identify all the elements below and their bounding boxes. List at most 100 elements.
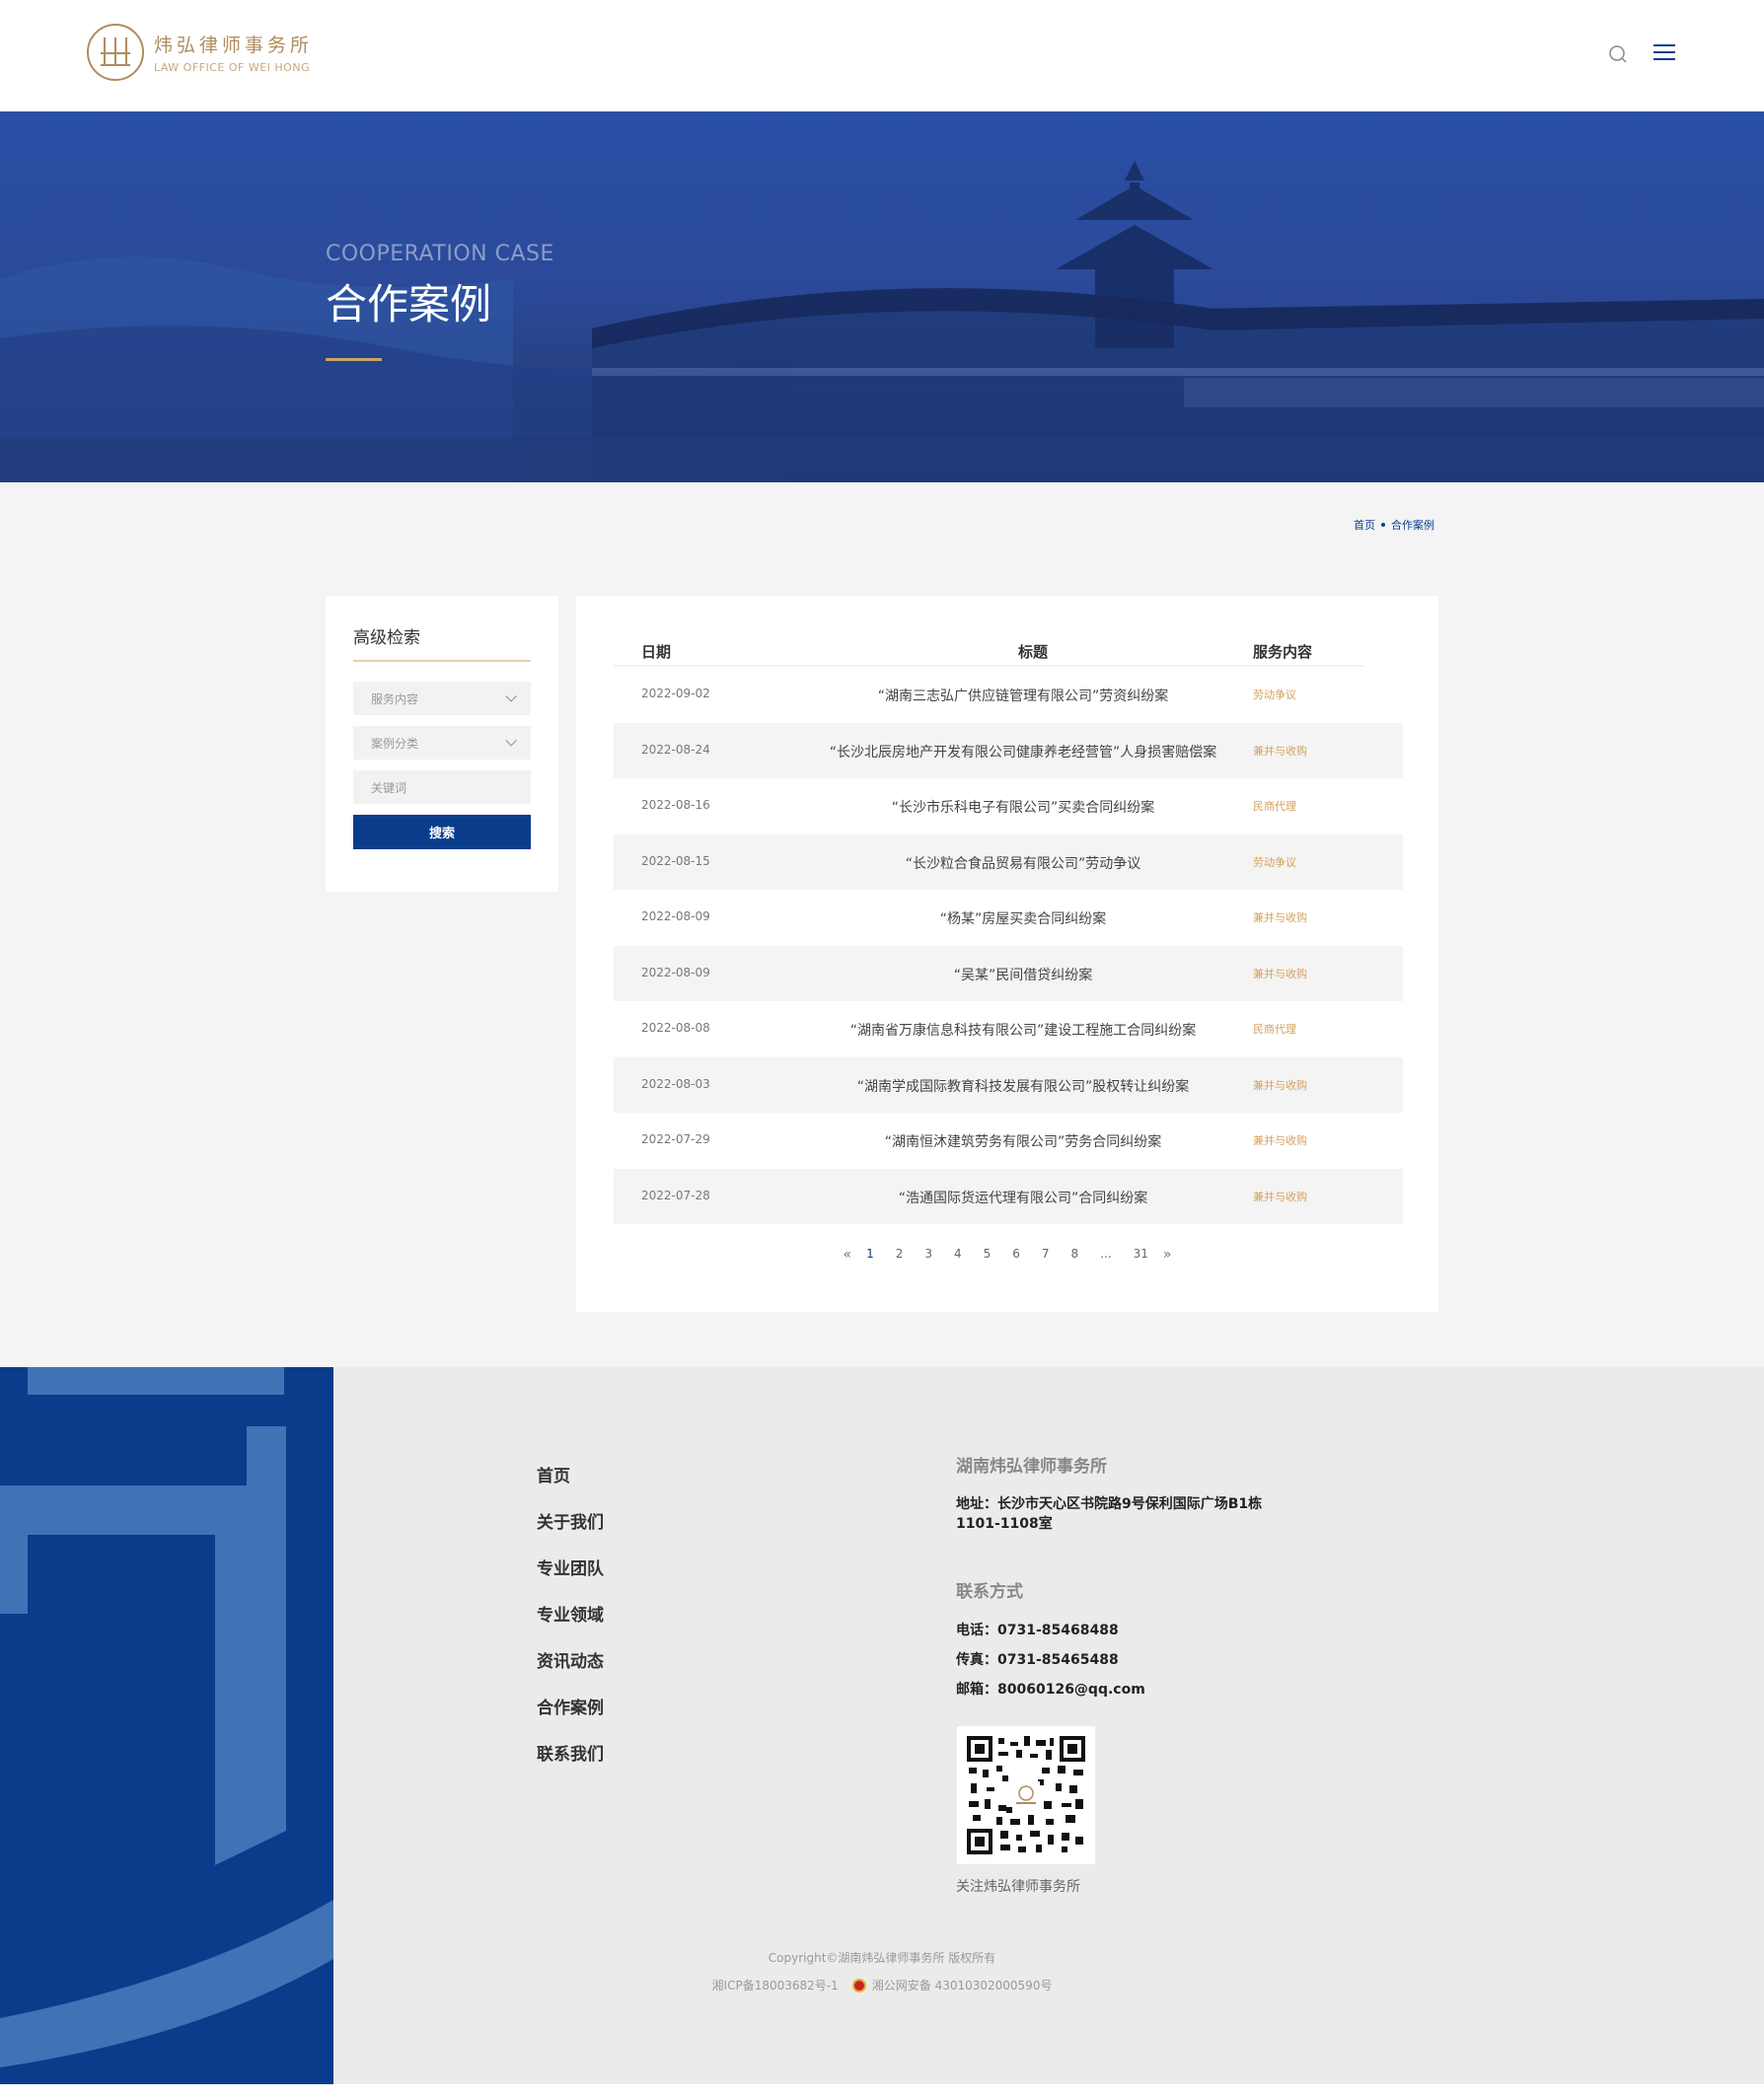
table-row[interactable]: 2022-07-28 “浩通国际货运代理有限公司”合同纠纷案 兼并与收购 [614,1168,1403,1224]
row-title[interactable]: “湖南恒沐建筑劳务有限公司”劳务合同纠纷案 [801,1131,1245,1151]
footer-nav-cases[interactable]: 合作案例 [537,1694,604,1740]
row-tag[interactable]: 兼并与收购 [1253,1132,1307,1148]
logo-mark-icon [87,24,144,81]
police-badge-icon [851,1978,866,1992]
table-row[interactable]: 2022-08-09 “吴某”民间借贷纠纷案 兼并与收购 [614,945,1403,1001]
advanced-search-title: 高级检索 [353,623,531,662]
table-header: 日期 标题 服务内容 [614,635,1363,667]
site-logo[interactable]: 炜弘律师事务所 LAW OFFICE OF WEI HONG [87,24,313,81]
breadcrumb-current[interactable]: 合作案例 [1391,517,1434,533]
search-button[interactable]: 搜索 [353,815,531,849]
row-title[interactable]: “长沙粒合食品贸易有限公司”劳动争议 [801,853,1245,873]
footer-address: 地址：长沙市天心区书院路9号保利国际广场B1栋1101-1108室 [956,1496,1263,1532]
footer-nav-home[interactable]: 首页 [537,1462,604,1508]
police-record[interactable]: 湘公网安备 43010302000590号 [872,1977,1053,1993]
logo-en-text: LAW OFFICE OF WEI HONG [154,61,311,74]
footer-company-name: 湖南炜弘律师事务所 [956,1457,1107,1477]
page-link-8[interactable]: 8 [1071,1247,1079,1263]
footer-nav-team[interactable]: 专业团队 [537,1555,604,1601]
footer-nav-news[interactable]: 资讯动态 [537,1647,604,1694]
table-row[interactable]: 2022-08-15 “长沙粒合食品贸易有限公司”劳动争议 劳动争议 [614,833,1403,890]
bottom-strip [0,2084,1764,2100]
row-date: 2022-08-24 [641,742,710,757]
row-title[interactable]: “杨某”房屋买卖合同纠纷案 [801,908,1245,928]
page-link-5[interactable]: 5 [984,1247,992,1263]
row-date: 2022-08-09 [641,965,710,979]
chevron-down-icon [505,690,517,702]
page-link-3[interactable]: 3 [924,1247,932,1263]
row-title[interactable]: “湖南三志弘广供应链管理有限公司”劳资纠纷案 [801,686,1245,705]
row-date: 2022-08-15 [641,853,710,868]
table-row[interactable]: 2022-08-08 “湖南省万康信息科技有限公司”建设工程施工合同纠纷案 民商… [614,1001,1403,1057]
page-link-6[interactable]: 6 [1012,1247,1020,1263]
table-row[interactable]: 2022-08-24 “长沙北辰房地产开发有限公司健康养老经营管”人身损害赔偿案… [614,722,1403,778]
icp-number[interactable]: 湘ICP备18003682号-1 [712,1977,839,1993]
case-category-select-label: 案例分类 [371,736,419,751]
case-list-panel: 日期 标题 服务内容 2022-09-02 “湖南三志弘广供应链管理有限公司”劳… [576,596,1438,1312]
table-row[interactable]: 2022-08-03 “湖南学成国际教育科技发展有限公司”股权转让纠纷案 兼并与… [614,1056,1403,1113]
row-title[interactable]: “长沙市乐科电子有限公司”买卖合同纠纷案 [801,797,1245,817]
service-content-select-label: 服务内容 [371,691,419,706]
page-link-1[interactable]: 1 [866,1247,874,1263]
table-row[interactable]: 2022-08-09 “杨某”房屋买卖合同纠纷案 兼并与收购 [614,890,1403,946]
banner-en-title: COOPERATION CASE [326,242,554,266]
footer-nav-practice[interactable]: 专业领域 [537,1601,604,1647]
breadcrumb-home[interactable]: 首页 [1354,517,1375,533]
search-icon[interactable] [1608,44,1628,64]
copyright: Copyright©湖南炜弘律师事务所 版权所有 [768,1951,996,1965]
keyword-placeholder: 关键词 [371,780,407,795]
footer-contact-title: 联系方式 [956,1582,1023,1602]
table-row[interactable]: 2022-07-29 “湖南恒沐建筑劳务有限公司”劳务合同纠纷案 兼并与收购 [614,1113,1403,1169]
header-service: 服务内容 [1253,643,1313,661]
footer-fax: 传真：0731-85465488 [956,1652,1119,1668]
page-link-7[interactable]: 7 [1042,1247,1050,1263]
footer-nav-contact[interactable]: 联系我们 [537,1740,604,1786]
next-page-button[interactable]: » [1163,1247,1172,1263]
footer-nav-about[interactable]: 关于我们 [537,1508,604,1555]
row-title[interactable]: “浩通国际货运代理有限公司”合同纠纷案 [801,1188,1245,1207]
row-date: 2022-08-03 [641,1076,710,1091]
row-title[interactable]: “湖南省万康信息科技有限公司”建设工程施工合同纠纷案 [801,1020,1245,1040]
row-date: 2022-08-16 [641,798,710,812]
keyword-input[interactable]: 关键词 [353,770,531,804]
table-row[interactable]: 2022-08-16 “长沙市乐科电子有限公司”买卖合同纠纷案 民商代理 [614,778,1403,834]
row-tag[interactable]: 劳动争议 [1253,854,1296,870]
row-tag[interactable]: 民商代理 [1253,1021,1296,1037]
page-link-4[interactable]: 4 [954,1247,962,1263]
row-tag[interactable]: 兼并与收购 [1253,1077,1307,1093]
row-tag[interactable]: 兼并与收购 [1253,966,1307,981]
header-title: 标题 [1018,643,1049,661]
breadcrumb-separator [1381,523,1385,527]
table-row[interactable]: 2022-09-02 “湖南三志弘广供应链管理有限公司”劳资纠纷案 劳动争议 [614,667,1403,723]
page-link-31[interactable]: 31 [1134,1247,1148,1263]
row-date: 2022-07-29 [641,1132,710,1146]
row-title[interactable]: “湖南学成国际教育科技发展有限公司”股权转让纠纷案 [801,1076,1245,1096]
hamburger-menu-icon[interactable] [1654,44,1675,62]
row-title[interactable]: “吴某”民间借贷纠纷案 [801,965,1245,984]
site-header: 炜弘律师事务所 LAW OFFICE OF WEI HONG [0,0,1764,111]
breadcrumb: 首页 合作案例 [1354,517,1434,533]
row-title[interactable]: “长沙北辰房地产开发有限公司健康养老经营管”人身损害赔偿案 [801,742,1245,761]
footer-nav: 首页 关于我们 专业团队 专业领域 资讯动态 合作案例 联系我们 [537,1462,604,1786]
case-category-select[interactable]: 案例分类 [353,726,531,760]
icp-info: 湘ICP备18003682号-1 湘公网安备 43010302000590号 [0,1977,1764,1993]
row-date: 2022-09-02 [641,687,710,700]
page-banner: COOPERATION CASE 合作案例 [0,111,1764,482]
row-tag[interactable]: 兼并与收购 [1253,743,1307,759]
row-tag[interactable]: 兼并与收购 [1253,1189,1307,1204]
wechat-qr-code [957,1726,1095,1864]
qr-caption: 关注炜弘律师事务所 [956,1879,1080,1895]
case-rows: 2022-09-02 “湖南三志弘广供应链管理有限公司”劳资纠纷案 劳动争议 2… [614,667,1403,1224]
service-content-select[interactable]: 服务内容 [353,682,531,715]
prev-page-button[interactable]: « [843,1247,851,1263]
row-date: 2022-08-08 [641,1021,710,1035]
footer-phone: 电话：0731-85468488 [956,1623,1119,1638]
banner-cn-title: 合作案例 [326,280,492,328]
row-tag[interactable]: 兼并与收购 [1253,909,1307,925]
chevron-down-icon [505,735,517,747]
row-tag[interactable]: 劳动争议 [1253,687,1296,702]
page-link-2[interactable]: 2 [896,1247,904,1263]
footer-email[interactable]: 邮箱：80060126@qq.com [956,1679,1351,1699]
row-tag[interactable]: 民商代理 [1253,798,1296,814]
site-footer: 首页 关于我们 专业团队 专业领域 资讯动态 合作案例 联系我们 湖南炜弘律师事… [0,1367,1764,2084]
